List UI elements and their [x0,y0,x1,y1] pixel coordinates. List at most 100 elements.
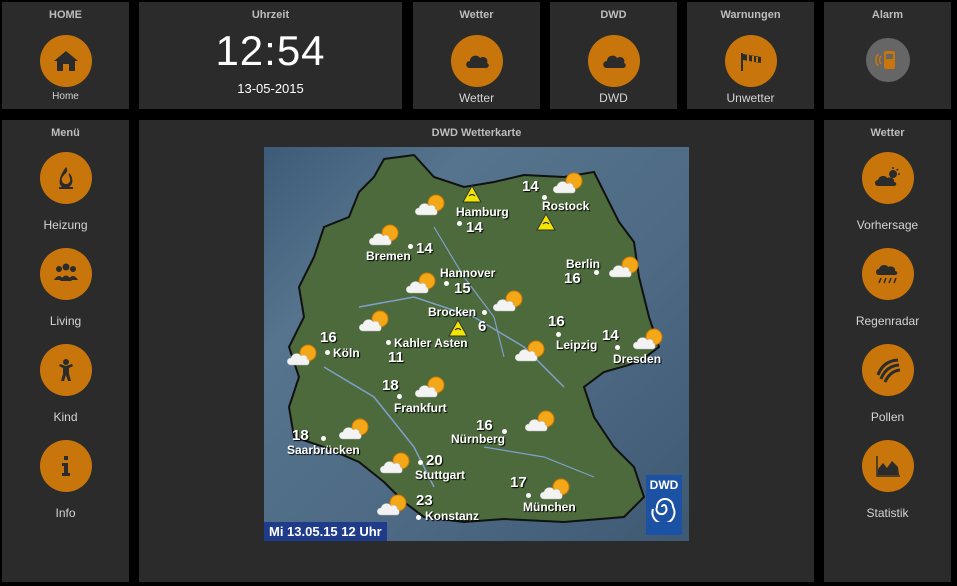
clock-panel: Uhrzeit 12:54 13-05-2015 [139,2,402,109]
kind-button[interactable] [40,344,92,396]
alarm-button[interactable] [866,38,910,82]
wetter-title: Wetter [459,9,494,21]
wetter-button[interactable] [451,35,503,87]
city-dot [556,332,561,337]
city-temp: 18 [382,377,399,394]
city-name: Frankfurt [394,401,447,415]
cloud-icon [603,55,626,68]
city-temp: 14 [466,219,483,236]
home-button[interactable] [40,35,92,87]
statistik-button[interactable] [862,440,914,492]
city-dot [416,515,421,520]
dwd-title: DWD [600,9,627,21]
rain-radar-icon [876,264,898,284]
menu-panel: Menü Heizung Living Kind Info [2,120,129,582]
city-temp: 14 [522,178,539,195]
city-temp: 6 [478,318,487,335]
city-name: Nürnberg [451,432,505,446]
city-name: Leipzig [556,338,598,352]
cloud-icon [466,55,489,68]
weather-cloud-sun-icon [376,493,410,517]
weather-cloud-sun-icon [379,451,413,475]
city-name: Dresden [613,352,662,366]
weather-map[interactable]: Hamburg 14 14 Rostock 14 Bremen Hannover… [264,147,689,541]
statistik-label: Statistik [866,506,909,520]
warning-icon [462,184,482,203]
city-dot [526,493,531,498]
child-icon [59,359,73,381]
weather-menu-title: Wetter [870,127,905,139]
city-dot [444,281,449,286]
city-temp: 17 [510,474,527,491]
city-temp: 14 [416,240,433,257]
pollen-label: Pollen [870,410,905,424]
city-dot [386,340,391,345]
regenradar-button[interactable] [862,248,914,300]
statistics-icon [876,456,900,477]
city-name: Köln [333,346,360,360]
pollen-button[interactable] [862,344,914,396]
city-name: München [523,500,576,514]
city-name: Hannover [440,266,496,280]
info-icon [62,456,70,476]
home-title: HOME [49,9,82,21]
clock-title: Uhrzeit [251,9,290,21]
windsock-icon [741,53,761,71]
city-dot [325,350,330,355]
weather-cloud-sun-icon [405,271,439,295]
map-title: DWD Wetterkarte [431,127,522,139]
dwd-button[interactable] [588,35,640,87]
heizung-button[interactable] [40,152,92,204]
wetter-panel: Wetter Wetter [413,2,540,109]
weather-cloud-sun-icon [524,409,558,433]
weather-cloud-sun-icon [514,339,548,363]
city-temp: 18 [292,427,309,444]
city-temp: 23 [416,492,433,509]
city-temp: 20 [426,452,443,469]
info-button[interactable] [40,440,92,492]
vorhersage-button[interactable] [862,152,914,204]
warnungen-title: Warnungen [720,9,781,21]
weather-cloud-sun-icon [608,255,642,279]
city-temp: 11 [388,349,404,366]
city-temp: 14 [602,327,619,344]
home-label: Home [52,91,79,102]
city-name: Brocken [428,305,477,319]
map-date-label: Mi 13.05.15 12 Uhr [264,522,387,541]
weather-cloud-sun-icon [552,171,586,195]
alarm-panel: Alarm [824,2,951,109]
regenradar-label: Regenradar [855,314,920,328]
info-label: Info [55,506,76,520]
warnungen-panel: Warnungen Unwetter [687,2,814,109]
vorhersage-label: Vorhersage [856,218,919,232]
city-name: Stuttgart [415,468,465,482]
city-temp: 16 [548,313,565,330]
weather-cloud-sun-icon [539,477,573,501]
city-dot [615,345,620,350]
city-dot [321,436,326,441]
warning-icon [448,318,468,337]
city-name: Konstanz [425,509,479,523]
living-button[interactable] [40,248,92,300]
city-name: Bremen [366,249,411,263]
menu-title: Menü [51,127,80,139]
dwd-panel: DWD DWD [550,2,677,109]
weather-cloud-sun-icon [338,417,372,441]
dwd-swirl-icon [651,498,676,522]
weather-cloud-sun-icon [632,327,666,351]
city-dot [457,221,462,226]
weather-cloud-sun-icon [286,343,320,367]
dwd-label: DWD [599,91,628,105]
city-temp: 15 [454,280,471,297]
city-name: Hamburg [456,205,509,219]
dwd-logo: DWD [646,475,682,535]
living-label: Living [49,314,82,328]
unwetter-button[interactable] [725,35,777,87]
city-name: Kahler Asten [394,336,468,350]
city-dot [594,270,599,275]
dwd-logo-text: DWD [649,478,679,492]
unwetter-label: Unwetter [726,91,775,105]
city-temp: 16 [320,329,337,346]
pollen-icon [876,358,901,383]
weather-cloud-sun-icon [492,289,526,313]
